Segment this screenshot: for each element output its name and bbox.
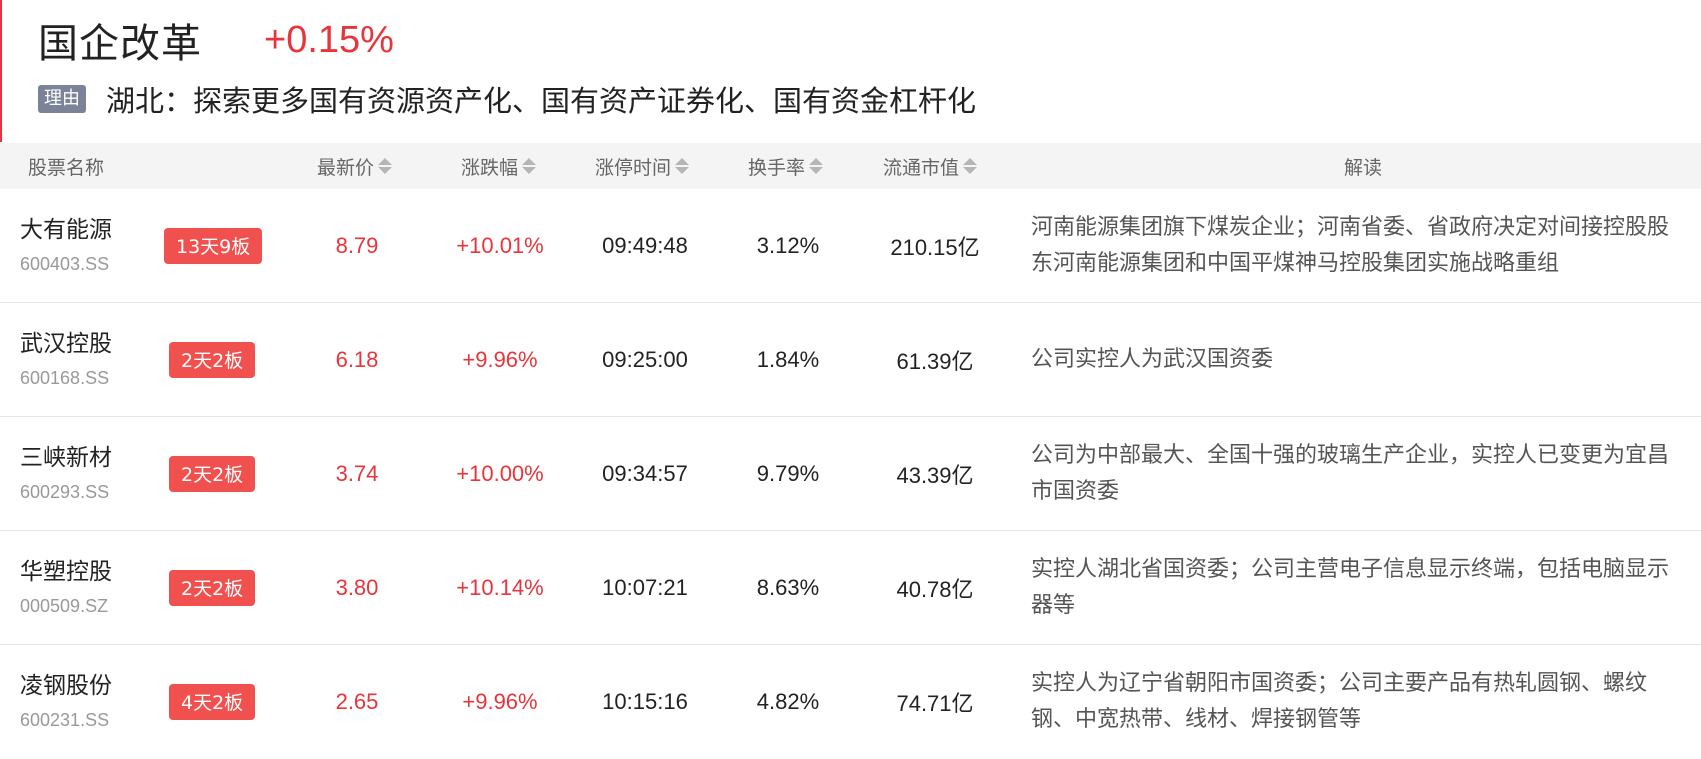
board-badge-cell: 13天9板 <box>164 189 263 302</box>
limit-time: 10:15:16 <box>602 688 688 714</box>
accent-line <box>0 0 2 142</box>
table-header: 股票名称 最新价 涨跌幅 涨停时间 换手率 流通市值 解读 <box>0 143 1701 189</box>
reading-text: 河南能源集团旗下煤炭企业；河南省委、省政府决定对间接控股股东河南能源集团和中国平… <box>1031 214 1670 276</box>
reading-text: 实控人湖北省国资委；公司主营电子信息显示终端，包括电脑显示器等 <box>1031 556 1670 618</box>
board-badge-cell: 4天2板 <box>169 645 256 758</box>
sector-header: 国企改革 +0.15% <box>38 10 394 70</box>
column-header-name: 股票名称 <box>28 143 104 189</box>
board-badge-cell: 2天2板 <box>169 417 256 530</box>
change-percent: +10.00% <box>456 460 544 486</box>
sort-icon[interactable] <box>522 158 537 174</box>
stock-name[interactable]: 华塑控股 <box>20 556 112 588</box>
change-percent: +10.01% <box>456 232 544 258</box>
sort-icon[interactable] <box>378 158 393 174</box>
column-label: 流通市值 <box>883 156 960 179</box>
reason-row: 理由 湖北：探索更多国有资源资产化、国有资产证券化、国有资金杠杆化 <box>38 76 976 122</box>
sector-change: +0.15% <box>264 18 394 61</box>
column-header-price[interactable]: 最新价 <box>317 143 393 189</box>
turnover-rate: 1.84% <box>756 346 820 372</box>
stock-name[interactable]: 武汉控股 <box>20 328 112 360</box>
turnover-rate: 8.63% <box>756 574 820 600</box>
sort-icon[interactable] <box>675 158 690 174</box>
stock-name[interactable]: 大有能源 <box>20 214 112 246</box>
stock-code: 600293.SS <box>20 481 110 502</box>
limit-time: 09:49:48 <box>602 232 688 258</box>
board-badge-cell: 2天2板 <box>169 303 256 416</box>
price: 3.80 <box>335 574 379 600</box>
column-header-limit-time[interactable]: 涨停时间 <box>595 143 690 189</box>
reason-badge: 理由 <box>38 85 86 113</box>
board-badge: 2天2板 <box>169 569 256 606</box>
turnover-rate: 4.82% <box>756 688 820 714</box>
table-row[interactable]: 三峡新材 600293.SS 2天2板 3.74 +10.00% 09:34:5… <box>0 417 1701 531</box>
column-header-market-cap[interactable]: 流通市值 <box>883 143 978 189</box>
stock-name-cell[interactable]: 华塑控股 000509.SZ <box>20 531 112 644</box>
table-row[interactable]: 武汉控股 600168.SS 2天2板 6.18 +9.96% 09:25:00… <box>0 303 1701 417</box>
sort-icon[interactable] <box>809 158 824 174</box>
sector-name[interactable]: 国企改革 <box>38 11 202 69</box>
table-row[interactable]: 华塑控股 000509.SZ 2天2板 3.80 +10.14% 10:07:2… <box>0 531 1701 645</box>
stock-name-cell[interactable]: 凌钢股份 600231.SS <box>20 645 112 758</box>
change-percent: +10.14% <box>456 574 544 600</box>
board-badge-cell: 2天2板 <box>169 531 256 644</box>
change-percent: +9.96% <box>462 688 538 714</box>
column-label: 换手率 <box>748 156 806 179</box>
stock-name[interactable]: 三峡新材 <box>20 442 112 474</box>
stock-code: 000509.SZ <box>20 595 109 616</box>
reason-text: 湖北：探索更多国有资源资产化、国有资产证券化、国有资金杠杆化 <box>106 84 977 118</box>
stock-code: 600403.SS <box>20 253 110 274</box>
market-cap: 61.39亿 <box>896 348 974 374</box>
column-label: 涨停时间 <box>595 156 672 179</box>
sort-icon[interactable] <box>963 158 978 174</box>
reading-text: 实控人为辽宁省朝阳市国资委；公司主要产品有热轧圆钢、螺纹钢、中宽热带、线材、焊接… <box>1031 670 1648 732</box>
limit-time: 10:07:21 <box>602 574 688 600</box>
column-label: 最新价 <box>317 156 375 179</box>
sector-panel: 国企改革 +0.15% 理由 湖北：探索更多国有资源资产化、国有资产证券化、国有… <box>0 0 1701 750</box>
stock-table-body: 大有能源 600403.SS 13天9板 8.79 +10.01% 09:49:… <box>0 189 1701 759</box>
price: 8.79 <box>335 232 379 258</box>
limit-time: 09:34:57 <box>602 460 688 486</box>
stock-name-cell[interactable]: 武汉控股 600168.SS <box>20 303 112 416</box>
change-percent: +9.96% <box>462 346 538 372</box>
limit-time: 09:25:00 <box>602 346 688 372</box>
board-badge: 4天2板 <box>169 683 256 720</box>
price: 2.65 <box>335 688 379 714</box>
stock-code: 600168.SS <box>20 367 110 388</box>
column-header-change[interactable]: 涨跌幅 <box>461 143 537 189</box>
column-label: 解读 <box>1344 156 1383 179</box>
reading-text: 公司为中部最大、全国十强的玻璃生产企业，实控人已变更为宜昌市国资委 <box>1031 442 1670 504</box>
table-row[interactable]: 凌钢股份 600231.SS 4天2板 2.65 +9.96% 10:15:16… <box>0 645 1701 759</box>
table-row[interactable]: 大有能源 600403.SS 13天9板 8.79 +10.01% 09:49:… <box>0 189 1701 303</box>
board-badge: 2天2板 <box>169 341 256 378</box>
board-badge: 13天9板 <box>164 227 263 264</box>
column-header-turnover[interactable]: 换手率 <box>748 143 824 189</box>
stock-code: 600231.SS <box>20 709 110 730</box>
turnover-rate: 9.79% <box>756 460 820 486</box>
reading-text: 公司实控人为武汉国资委 <box>1031 346 1274 372</box>
market-cap: 210.15亿 <box>890 234 980 260</box>
board-badge: 2天2板 <box>169 455 256 492</box>
market-cap: 74.71亿 <box>896 690 974 716</box>
market-cap: 43.39亿 <box>896 462 974 488</box>
column-label: 涨跌幅 <box>461 156 519 179</box>
price: 3.74 <box>335 460 379 486</box>
stock-name-cell[interactable]: 三峡新材 600293.SS <box>20 417 112 530</box>
column-header-reading: 解读 <box>1344 143 1382 189</box>
price: 6.18 <box>335 346 379 372</box>
turnover-rate: 3.12% <box>756 232 820 258</box>
column-label: 股票名称 <box>28 156 105 179</box>
stock-name[interactable]: 凌钢股份 <box>20 670 112 702</box>
stock-name-cell[interactable]: 大有能源 600403.SS <box>20 189 112 302</box>
market-cap: 40.78亿 <box>896 576 974 602</box>
